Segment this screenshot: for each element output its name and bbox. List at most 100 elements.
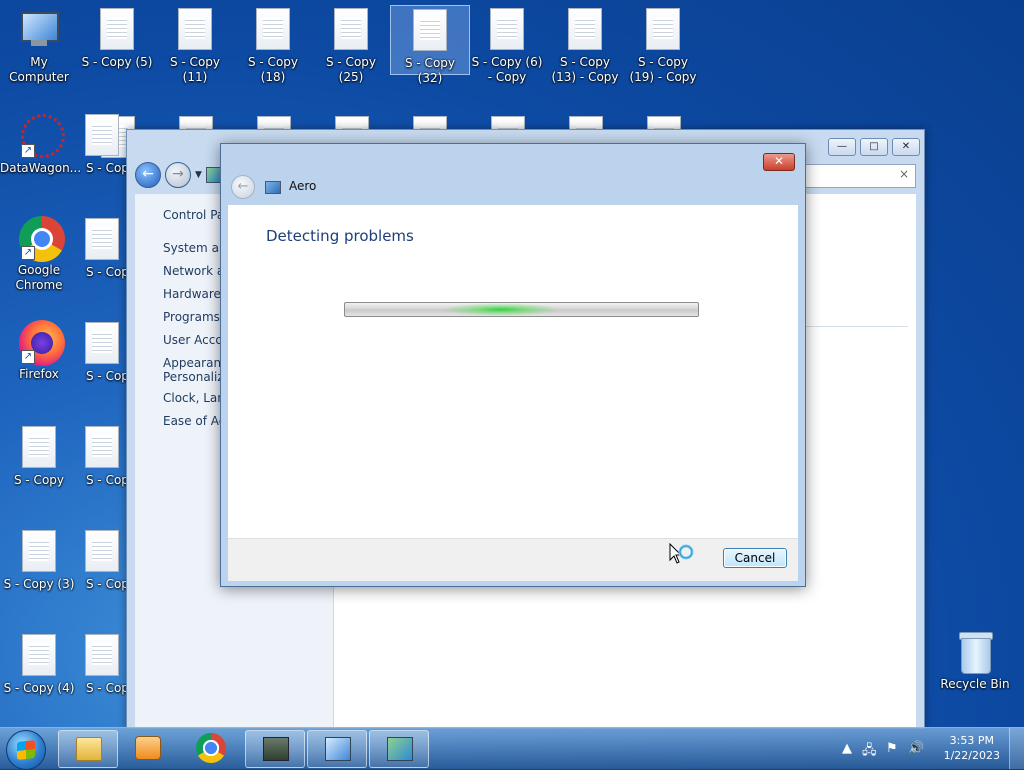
document-icon: [22, 426, 56, 468]
document-icon: [85, 426, 119, 468]
desktop-icon-label: Google Chrome: [15, 263, 63, 292]
desktop-icon-file[interactable]: S - Copy (13) - Copy: [546, 8, 624, 85]
desktop-icon-label: Firefox: [19, 367, 59, 381]
minimize-button[interactable]: —: [828, 138, 856, 156]
document-icon: [85, 634, 119, 676]
desktop-icon-label: My Computer: [9, 55, 69, 84]
maximize-button[interactable]: □: [860, 138, 888, 156]
system-tray: ▲ 🖧 ⚑ 🔊 3:53 PM 1/22/2023: [834, 728, 1024, 769]
desktop-icon-my-computer[interactable]: My Computer: [0, 8, 78, 85]
clock-time: 3:53 PM: [949, 734, 994, 747]
windows-logo-icon: [17, 740, 35, 760]
clock-date: 1/22/2023: [943, 749, 1000, 762]
taskbar-control-panel[interactable]: [307, 730, 367, 768]
media-player-icon: [135, 736, 161, 760]
desktop-icon-file[interactable]: S - Cop: [78, 218, 126, 280]
desktop-icon-label: DataWagon...: [0, 161, 82, 175]
document-icon: [568, 8, 602, 50]
show-desktop-button[interactable]: [1009, 728, 1024, 769]
desktop-icon-file[interactable]: S - Cop: [78, 322, 126, 384]
taskbar-explorer[interactable]: [58, 730, 118, 768]
desktop-icon-file[interactable]: S - Copy (4): [0, 634, 78, 696]
control-panel-icon: [325, 737, 351, 761]
desktop-icon-file[interactable]: S - Copy (6) - Copy: [468, 8, 546, 85]
chrome-icon: ↗: [19, 216, 65, 262]
dialog-header: ← Aero: [228, 173, 798, 205]
desktop-icon-label: S - Cop: [86, 161, 126, 175]
document-icon: [413, 9, 447, 51]
taskbar: ▲ 🖧 ⚑ 🔊 3:53 PM 1/22/2023: [0, 727, 1024, 770]
desktop-icon-file[interactable]: S - Cop: [78, 114, 126, 176]
dialog-footer: Cancel: [228, 538, 798, 581]
shortcut-arrow-icon: ↗: [21, 144, 35, 158]
desktop-icon-label: S - Copy (18): [247, 55, 298, 84]
firefox-icon: ↗: [19, 320, 65, 366]
desktop-icon-label: S - Cop: [86, 369, 126, 383]
desktop-icon-label: S - Copy (4): [3, 681, 75, 695]
desktop-icon-recycle-bin[interactable]: Recycle Bin: [936, 630, 1014, 692]
network-monitor-icon: [263, 737, 289, 761]
desktop-icon-google-chrome[interactable]: ↗ Google Chrome: [0, 216, 78, 293]
desktop-icon-label: Recycle Bin: [940, 677, 1010, 691]
clock[interactable]: 3:53 PM 1/22/2023: [944, 733, 1000, 763]
desktop-icon-label: S - Copy (25): [325, 55, 376, 84]
close-button[interactable]: ✕: [892, 138, 920, 156]
desktop-icon-file[interactable]: S - Cop: [78, 634, 126, 696]
document-icon: [100, 8, 134, 50]
show-hidden-icons-chevron-icon[interactable]: ▲: [842, 741, 852, 756]
desktop-icon-label: S - Copy (6) - Copy: [471, 55, 543, 84]
forward-arrow-icon[interactable]: →: [165, 162, 191, 188]
desktop-icon-file[interactable]: S - Cop: [78, 426, 126, 488]
search-box[interactable]: ×: [804, 164, 916, 188]
desktop-icon-label: S - Cop: [86, 265, 126, 279]
desktop-icon-file[interactable]: S - Copy (11): [156, 8, 234, 85]
action-center-flag-icon[interactable]: ⚑: [886, 741, 898, 756]
taskbar-network-monitor[interactable]: [245, 730, 305, 768]
desktop-icon-label: S - Copy (5): [81, 55, 153, 69]
network-icon[interactable]: 🖧: [862, 741, 877, 763]
taskbar-media-player[interactable]: [118, 730, 176, 766]
desktop-icon-file-selected[interactable]: S - Copy (32): [390, 5, 470, 85]
shortcut-arrow-icon: ↗: [21, 246, 35, 260]
dialog-close-button[interactable]: ✕: [763, 153, 795, 171]
document-icon: [334, 8, 368, 50]
taskbar-troubleshooter[interactable]: [369, 730, 429, 768]
desktop-icon-file[interactable]: S - Copy (5): [78, 8, 156, 70]
desktop-icon-file[interactable]: S - Copy: [0, 426, 78, 488]
nav-item-programs[interactable]: Programs: [163, 310, 220, 324]
desktop-icon-label: S - Cop: [86, 577, 126, 591]
back-arrow-icon[interactable]: ←: [135, 162, 161, 188]
clear-search-icon[interactable]: ×: [899, 167, 909, 181]
desktop-icon-datawagon[interactable]: ↗ DataWagon...: [0, 114, 82, 176]
desktop-icon-label: S - Cop: [86, 473, 126, 487]
volume-icon[interactable]: 🔊: [908, 741, 924, 756]
cancel-button[interactable]: Cancel: [723, 548, 787, 568]
document-icon: [85, 530, 119, 572]
document-icon: [85, 218, 119, 260]
back-arrow-icon[interactable]: ←: [231, 175, 255, 199]
document-icon: [85, 114, 119, 156]
dialog-content: Detecting problems: [228, 205, 798, 538]
recent-pages-chevron-icon[interactable]: ▼: [195, 170, 202, 180]
troubleshooter-icon: [387, 737, 413, 761]
desktop-icon-file[interactable]: S - Copy (25): [312, 8, 390, 85]
document-icon: [85, 322, 119, 364]
dialog-title: Aero: [289, 179, 317, 193]
progress-bar: [344, 302, 699, 317]
desktop-icon-firefox[interactable]: ↗ Firefox: [0, 320, 78, 382]
desktop-icon-label: S - Copy (3): [3, 577, 75, 591]
desktop-icon-file[interactable]: S - Copy (19) - Copy: [624, 8, 702, 85]
desktop-icon-label: S - Copy (19) - Copy: [629, 55, 697, 84]
desktop-icon-file[interactable]: S - Copy (3): [0, 530, 78, 592]
document-icon: [178, 8, 212, 50]
desktop-icon-label: S - Cop: [86, 681, 126, 695]
taskbar-chrome[interactable]: [182, 730, 240, 766]
desktop-icon-label: S - Copy (11): [169, 55, 220, 84]
status-heading: Detecting problems: [266, 227, 414, 245]
desktop-icon-file[interactable]: S - Cop: [78, 530, 126, 592]
desktop-icon-file[interactable]: S - Copy (18): [234, 8, 312, 85]
document-icon: [22, 530, 56, 572]
start-button[interactable]: [6, 730, 46, 770]
folder-icon: [76, 737, 102, 761]
nav-item-appearance[interactable]: Appearanc: [163, 356, 228, 370]
